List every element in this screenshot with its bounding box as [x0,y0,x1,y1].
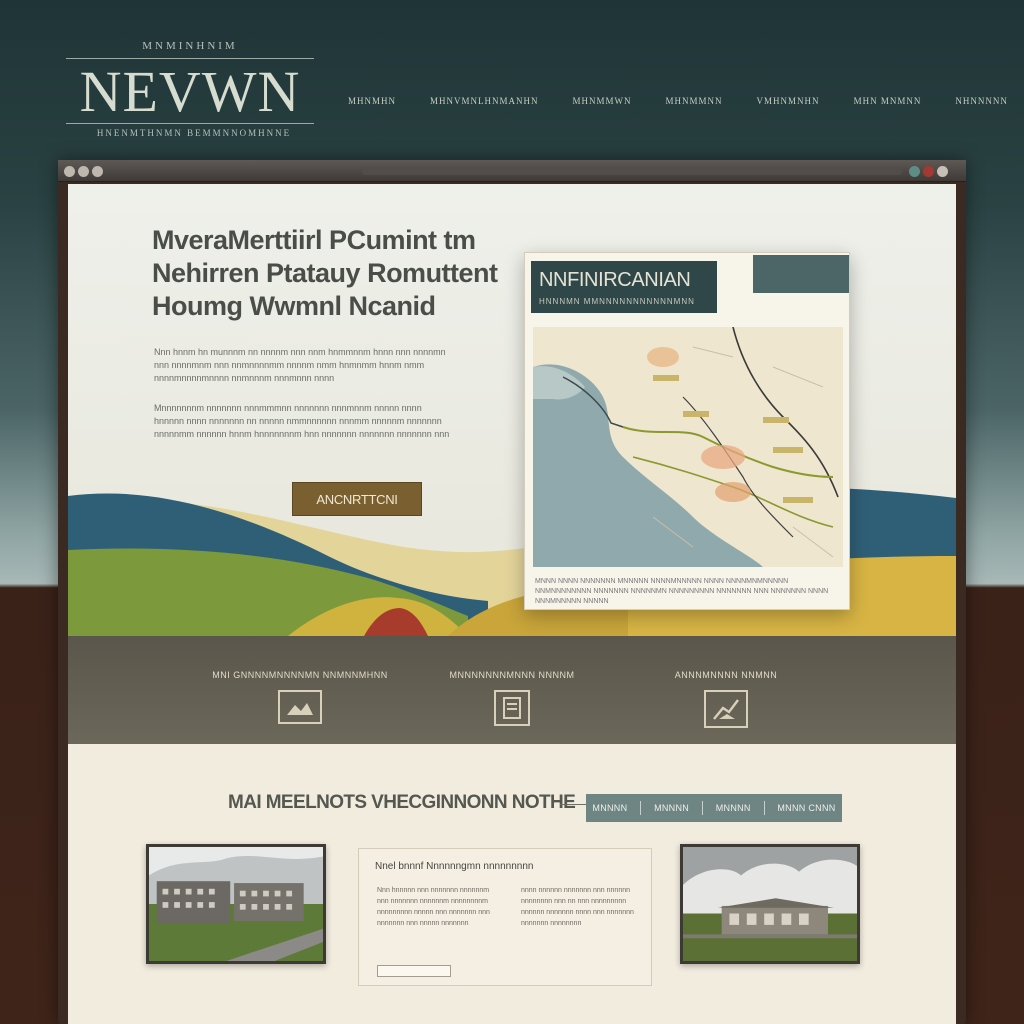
map-card-caption: MNNN NNNN NNNNNNN MNNNNN NNNNMNNNNN NNNN… [535,578,829,605]
maximize-icon[interactable] [937,166,948,177]
filter-tab[interactable]: MNNNN [592,803,627,813]
top-navigation: MHNMHN MHNVMNLHNMANHN MHNMMWN MHNMMNN VM… [348,96,1008,106]
section-divider [560,804,586,805]
filter-tab[interactable]: MNNNN [654,803,689,813]
feature-item[interactable]: ANNNMNNNN NNMNN [626,670,826,728]
chart-icon [704,690,748,728]
filter-divider [701,801,703,815]
window-button-icon[interactable] [78,166,89,177]
brand-logo[interactable]: MNMINHNIM NEVWN HNENMTHNMN BEMMNNOMHNNE [66,40,326,138]
filter-divider [640,801,642,815]
hero-title-line: Houmg Wwmnl Ncanid [152,291,436,321]
image-icon [278,690,322,724]
map-card-header: NNFINIRCANIAN HNNNMN MMNNNNNNNNNNNMNN [531,261,717,313]
info-card-text: Nnn hnnnnn nnn nnnnnnn nnnnnnm nnn nnnnn… [377,887,490,927]
document-icon [494,690,530,726]
regional-map[interactable] [533,327,843,567]
info-card: Nnel bnnnf Nnnnnngmn nnnnnnnnn Nnn hnnnn… [358,848,652,986]
nav-item[interactable]: MHN MNMNN [854,96,922,106]
housing-photo[interactable] [146,844,326,964]
hero-cta-button[interactable]: ANCNRTTCNI [292,482,422,516]
filter-tab[interactable]: MNNNN [716,803,751,813]
hero-title-line: MveraMerttiirl PCumint tm [152,225,476,255]
brand-tagline-top: MNMINHNIM [142,40,238,52]
browser-toolbar [58,160,966,182]
housing-photo[interactable] [680,844,860,964]
minimize-icon[interactable] [909,166,920,177]
brand-tagline-bottom: HNENMTHNMN BEMMNNOMHNNE [96,128,292,138]
listing-section: MAI MEELNOTS VHECGINNONN NOTHE MNNNN MNN… [68,744,956,1024]
hero-title-line: Nehirren Ptatauy Romuttent [152,258,498,288]
map-card-subtitle: HNNNMN MMNNNNNNNNNNNMNN [539,297,695,306]
filter-divider [763,801,765,815]
feature-item[interactable]: MNI GNNNNMNNNNMN NNMNNMHNN [200,670,400,724]
nav-item[interactable]: MHNVMNLHNMANHN [430,96,539,106]
nav-item[interactable]: VMHNMNHN [757,96,820,106]
section-title: MAI MEELNOTS VHECGINNONN NOTHE [228,792,576,813]
window-button-icon[interactable] [64,166,75,177]
nav-item[interactable]: MHNMMNN [666,96,723,106]
address-bar[interactable] [362,167,902,175]
nav-item[interactable]: NHNNNNN [955,96,1008,106]
filter-bar: MNNNN MNNNN MNNNN MNNN CNNN [586,794,842,822]
hero-title: MveraMerttiirl PCumint tm Nehirren Ptata… [152,224,532,323]
nav-item[interactable]: MHNMMWN [573,96,632,106]
features-band: MNI GNNNNMNNNNMN NNMNNMHNN MNNNNNNNMNNN … [68,636,956,744]
hero-paragraph: Nnn hnnm hn munnnm nn nnnnm nnn nnm hnmm… [154,347,446,383]
feature-item[interactable]: MNNNNNNNMNNN NNNNM [412,670,612,726]
map-card-title: NNFINIRCANIAN [539,269,691,291]
window-button-icon[interactable] [92,166,103,177]
feature-label: MNNNNNNNMNNN NNNNM [449,670,575,680]
feature-label: MNI GNNNNMNNNNMN NNMNNMHNN [212,670,388,680]
info-input-field[interactable] [377,965,451,977]
brand-name: NEVWN [79,59,301,124]
feature-label: ANNNMNNNN NNMNN [674,670,778,680]
info-card-text: nnnn nnnnnn nnnnnnn nnn nnnnnn nnnnnnnn … [521,887,634,927]
nav-item[interactable]: MHNMHN [348,96,396,106]
map-card[interactable]: NNFINIRCANIAN HNNNMN MMNNNNNNNNNNNMNN MN… [524,252,850,610]
hero-section: MveraMerttiirl PCumint tm Nehirren Ptata… [68,184,956,636]
info-card-title: Nnel bnnnf Nnnnnngmn nnnnnnnnn [375,861,534,872]
map-card-tab [753,255,849,293]
filter-tab[interactable]: MNNN CNNN [777,803,835,813]
close-icon[interactable] [923,166,934,177]
hero-paragraph: Mnnnnnnnm nnnnnnn nnnmmmnn nnnnnnn nnnmn… [154,403,450,439]
